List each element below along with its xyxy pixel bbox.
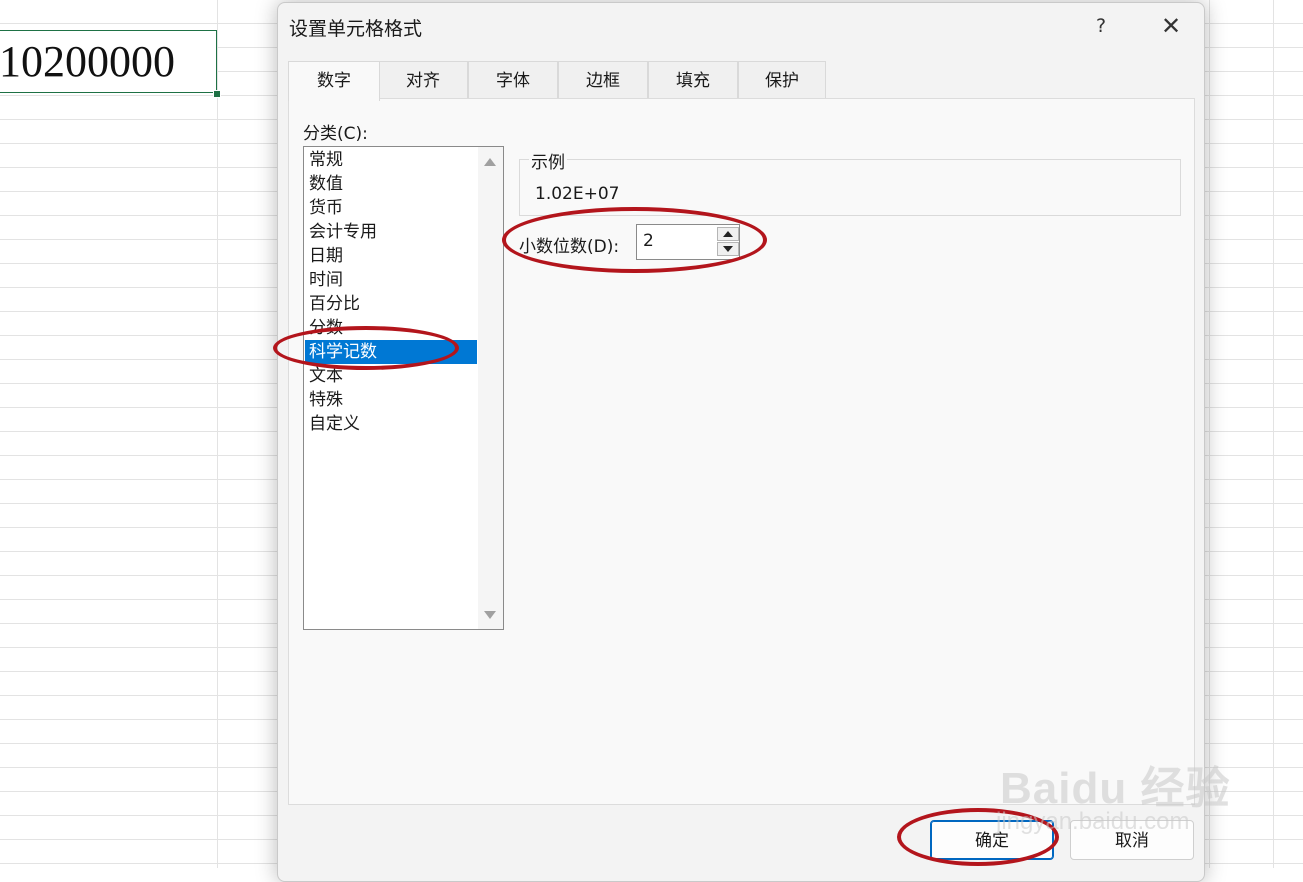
category-item[interactable]: 时间 [305, 268, 477, 292]
category-item[interactable]: 日期 [305, 244, 477, 268]
grid-column-line [1273, 0, 1274, 868]
close-button[interactable]: ✕ [1155, 11, 1187, 41]
category-item[interactable]: 货币 [305, 196, 477, 220]
tab-font[interactable]: 字体 [468, 61, 558, 99]
category-item[interactable]: 特殊 [305, 388, 477, 412]
category-item[interactable]: 常规 [305, 148, 477, 172]
category-item[interactable]: 自定义 [305, 412, 477, 436]
category-items: 常规 数值 货币 会计专用 日期 时间 百分比 分数 科学记数 文本 特殊 自定义 [305, 148, 477, 436]
grid-column-line [217, 0, 218, 868]
category-item[interactable]: 会计专用 [305, 220, 477, 244]
category-item[interactable]: 百分比 [305, 292, 477, 316]
annotation-circle-decimal [502, 207, 767, 273]
watermark-url: jingyan.baidu.com [996, 808, 1190, 835]
sample-value: 1.02E+07 [535, 184, 620, 204]
tab-number[interactable]: 数字 [288, 61, 380, 101]
category-label: 分类(C): [303, 124, 368, 144]
annotation-circle-category [273, 326, 459, 370]
watermark-logo: Baidu 经验 [1000, 764, 1231, 813]
fill-handle[interactable] [213, 90, 221, 98]
sample-label: 示例 [529, 148, 567, 173]
help-button[interactable]: ? [1086, 11, 1116, 41]
category-scrollbar[interactable] [478, 147, 503, 629]
tab-border[interactable]: 边框 [558, 61, 648, 99]
dialog-title: 设置单元格格式 [289, 18, 423, 40]
number-tab-panel: 分类(C): 常规 数值 货币 会计专用 日期 时间 百分比 分数 科学记数 文本 特殊 自定义 示例… [288, 98, 1195, 805]
baidu-watermark: Baidu 经验 jingyan.baidu.com [996, 722, 1236, 842]
scroll-up-icon[interactable] [484, 158, 496, 166]
scroll-down-icon[interactable] [484, 611, 496, 619]
category-item[interactable]: 数值 [305, 172, 477, 196]
tab-alignment[interactable]: 对齐 [378, 61, 468, 99]
tab-fill[interactable]: 填充 [648, 61, 738, 99]
selected-cell[interactable]: 10200000 [0, 30, 217, 93]
tab-protection[interactable]: 保护 [738, 61, 826, 99]
category-listbox[interactable]: 常规 数值 货币 会计专用 日期 时间 百分比 分数 科学记数 文本 特殊 自定义 [303, 146, 504, 630]
